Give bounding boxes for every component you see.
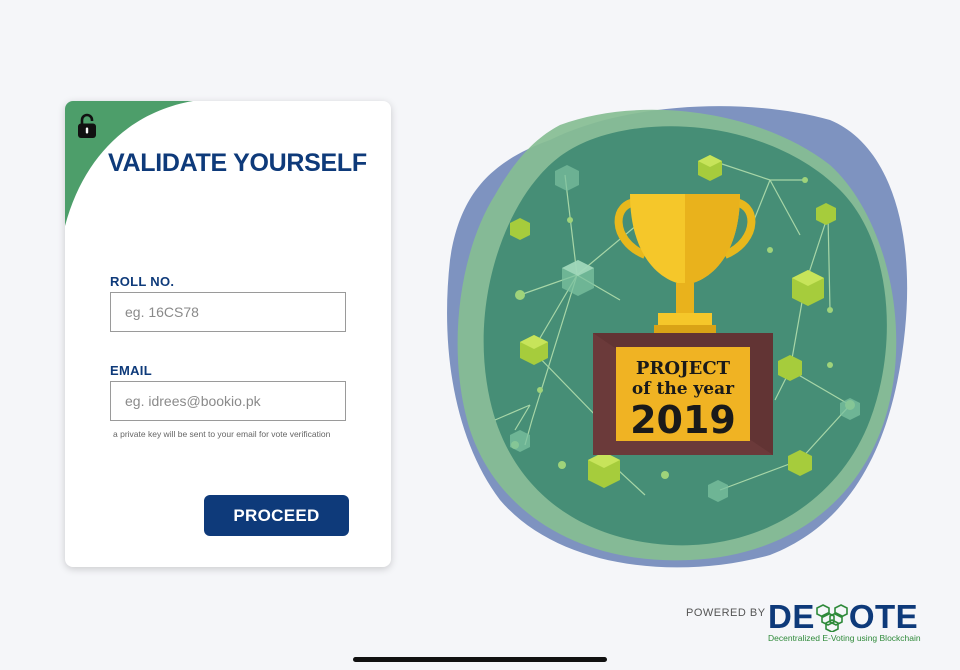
plaque-year: 2019 [630, 398, 736, 442]
validate-card: VALIDATE YOURSELF ROLL NO. EMAIL a priva… [65, 101, 391, 567]
brand-suffix: OTE [848, 598, 919, 635]
project-of-the-year-illustration: PROJECT of the year 2019 [447, 106, 908, 568]
home-indicator[interactable] [353, 657, 607, 662]
brand-prefix: DE [768, 598, 815, 635]
email-input[interactable] [110, 381, 346, 421]
cube-v-icon [816, 603, 848, 632]
plaque-line-2: of the year [632, 379, 735, 399]
roll-number-label: ROLL NO. [110, 274, 175, 289]
email-label: EMAIL [110, 363, 152, 378]
powered-by-label: POWERED BY [686, 607, 766, 619]
proceed-button[interactable]: PROCEED [204, 495, 349, 536]
brand-tagline: Decentralized E-Voting using Blockchain [768, 633, 921, 643]
devote-logo: DE OTE Decentralized E-Voting using Bloc… [768, 600, 921, 643]
lock-icon [78, 113, 96, 138]
roll-number-input[interactable] [110, 292, 346, 332]
plaque-line-1: PROJECT [636, 358, 731, 379]
email-hint: a private key will be sent to your email… [113, 429, 331, 439]
form-title: VALIDATE YOURSELF [108, 149, 367, 177]
